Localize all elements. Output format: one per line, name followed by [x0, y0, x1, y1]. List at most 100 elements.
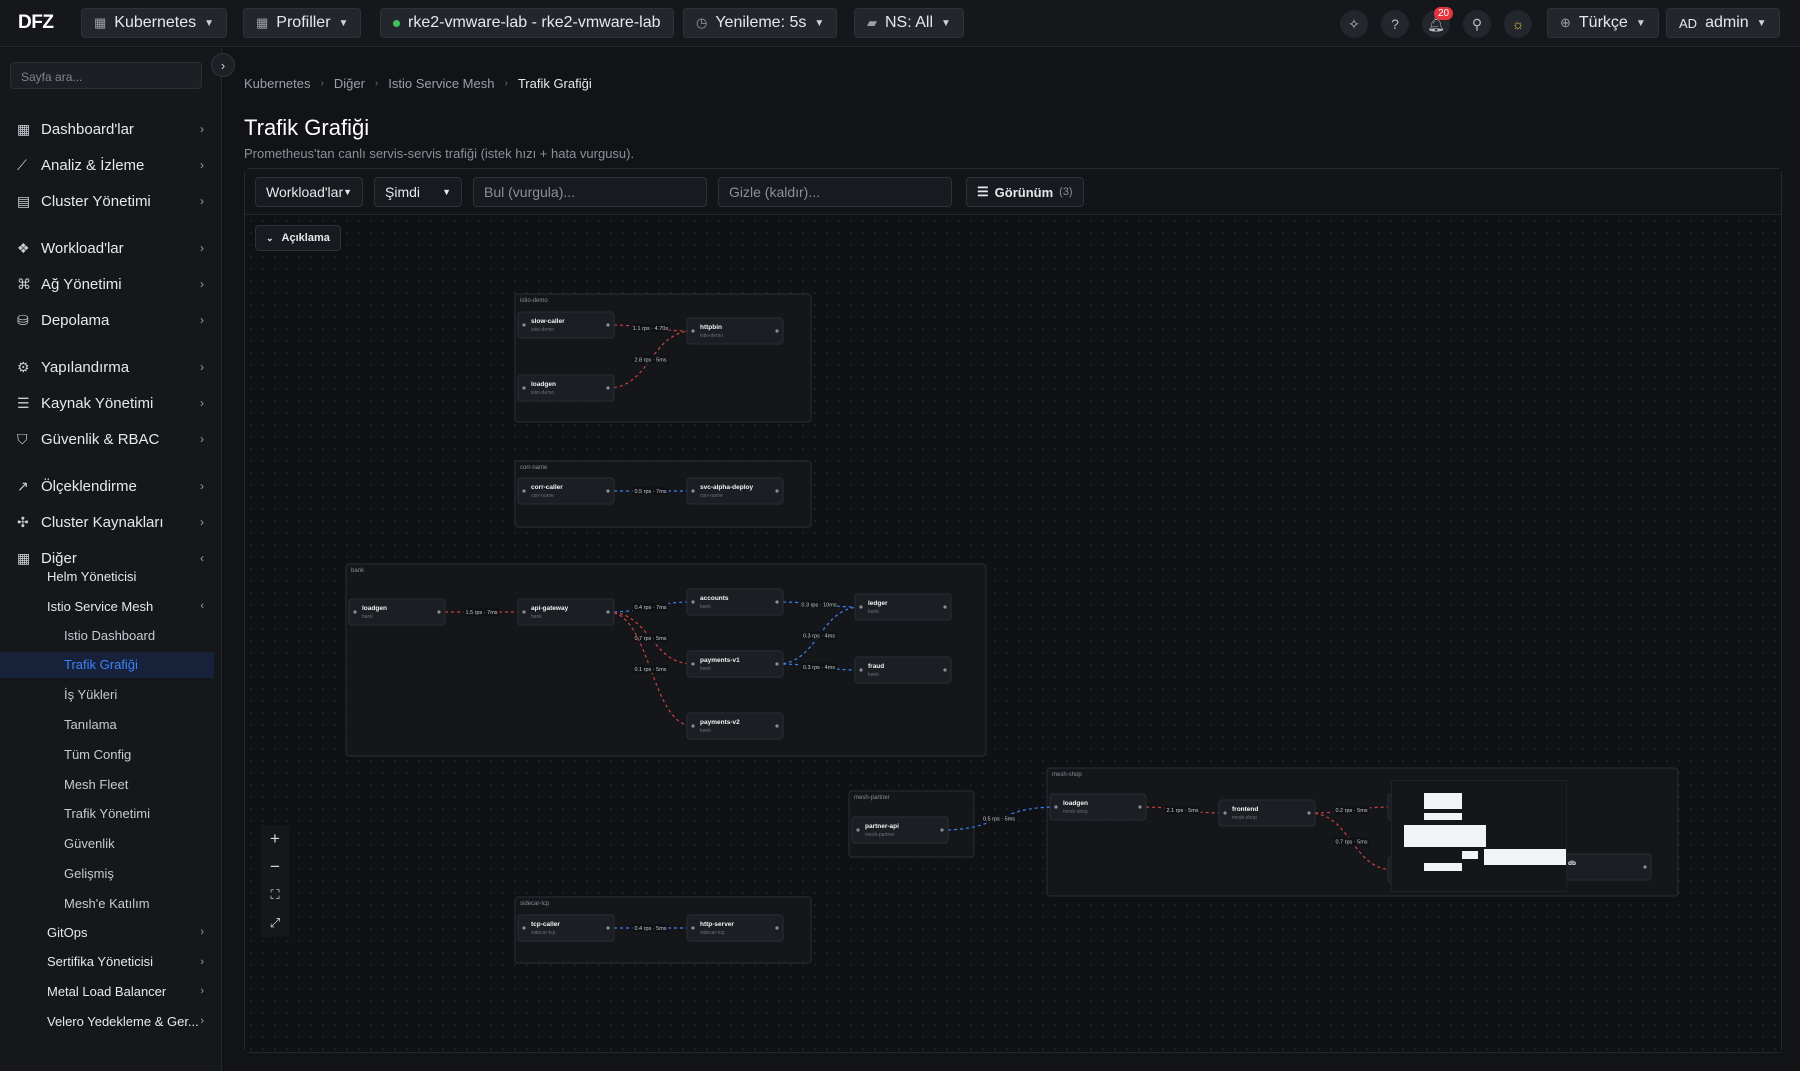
node-port-icon: [522, 489, 526, 493]
hide-input[interactable]: Gizle (kaldır)...: [718, 177, 952, 207]
sidebar-item-0[interactable]: ▦ Dashboard'lar ›: [0, 114, 214, 144]
breadcrumb-istio[interactable]: Istio Service Mesh: [388, 76, 494, 91]
language-selector[interactable]: ⊕ Türkçe ▼: [1547, 8, 1659, 38]
avatar: AD: [1679, 15, 1698, 31]
sidebar-more-item-2[interactable]: Metal Load Balancer ›: [0, 978, 214, 1004]
namespace-group-label: bank: [351, 568, 365, 574]
sidebar-more-item-1[interactable]: Sertifika Yöneticisi ›: [0, 949, 214, 975]
minimap[interactable]: [1391, 780, 1567, 892]
node-port-icon: [606, 610, 610, 614]
sidebar-item-2[interactable]: ▤ Cluster Yönetimi ›: [0, 186, 214, 216]
theme-toggle[interactable]: ☼: [1504, 10, 1532, 38]
istio-item-7[interactable]: Güvenlik: [0, 831, 214, 857]
workload-node-accounts[interactable]: [686, 588, 784, 616]
node-namespace: mesh-partner: [865, 832, 895, 838]
ai-assistant-button[interactable]: ✧: [1340, 10, 1368, 38]
sidebar-item-1[interactable]: ⟋ Analiz & İzleme ›: [0, 150, 214, 180]
workload-node-corr-caller[interactable]: [517, 477, 615, 505]
istio-item-4[interactable]: Tüm Config: [0, 741, 214, 767]
node-port-icon: [691, 662, 695, 666]
workload-node-http-server[interactable]: [686, 914, 784, 942]
chevron-down-icon: ▼: [338, 17, 349, 29]
chevron-down-icon: ▼: [343, 187, 353, 197]
sidebar-sub-item-0[interactable]: Helm Yöneticisi: [0, 563, 214, 589]
workload-node-frontend[interactable]: [1218, 799, 1316, 827]
trend-icon: ↗: [17, 477, 29, 494]
sidebar-item-8[interactable]: ⛉ Güvenlik & RBAC ›: [0, 424, 214, 454]
node-namespace: bank: [700, 604, 711, 610]
page-search-input[interactable]: Sayfa ara...: [10, 62, 202, 89]
find-input[interactable]: Bul (vurgula)...: [473, 177, 707, 207]
view-button[interactable]: ☰ Görünüm (3): [966, 177, 1084, 207]
sidebar-item-label: Cluster Kaynakları: [41, 513, 164, 531]
sidebar-item-10[interactable]: ✣ Cluster Kaynakları ›: [0, 507, 214, 537]
istio-item-5[interactable]: Mesh Fleet: [0, 771, 214, 797]
namespace-group-label: mesh-partner: [854, 795, 890, 801]
sun-icon: ☼: [1511, 16, 1525, 32]
mode-select[interactable]: Workload'lar ▼: [255, 177, 363, 207]
istio-item-3[interactable]: Tanılama: [0, 711, 214, 737]
node-port-icon: [691, 489, 695, 493]
workload-node-httpbin[interactable]: [686, 317, 784, 345]
workload-node-fraud[interactable]: [854, 656, 952, 684]
graph-canvas[interactable]: istio-demo corr-name bank mesh-partner mesh-…: [245, 215, 1781, 1052]
network-icon: ⌘: [17, 275, 31, 292]
sidebar-item-6[interactable]: ⚙ Yapılandırma ›: [0, 352, 214, 382]
workload-node-payments-v2[interactable]: [686, 712, 784, 740]
refresh-selector[interactable]: ◷ Yenileme: 5s ▼: [683, 8, 838, 38]
zoom-in-button[interactable]: +: [261, 825, 289, 853]
istio-item-2[interactable]: İş Yükleri: [0, 682, 214, 708]
fullscreen-button[interactable]: ⤢: [261, 909, 289, 937]
istio-item-9[interactable]: Mesh'e Katılım: [0, 890, 214, 916]
istio-item-8[interactable]: Gelişmiş: [0, 860, 214, 886]
node-port-icon: [856, 828, 860, 832]
sidebar-item-7[interactable]: ☰ Kaynak Yönetimi ›: [0, 388, 214, 418]
workload-node-slow-caller[interactable]: [517, 311, 615, 339]
node-port-icon: [437, 610, 441, 614]
profiles-menu[interactable]: ▦ Profiller ▼: [243, 8, 362, 38]
breadcrumb-kubernetes[interactable]: Kubernetes: [244, 76, 311, 91]
node-port-icon: [606, 926, 610, 930]
istio-item-0[interactable]: Istio Dashboard: [0, 622, 214, 648]
workload-node-ledger[interactable]: [854, 593, 952, 621]
sidebar-more-item-0[interactable]: GitOps ›: [0, 919, 214, 945]
sidebar-item-label: Ağ Yönetimi: [41, 275, 122, 293]
fit-view-button[interactable]: ⛶: [261, 881, 289, 909]
chevron-right-icon: ›: [200, 360, 204, 374]
istio-item-1[interactable]: Trafik Grafiği: [0, 651, 214, 678]
breadcrumb-other[interactable]: Diğer: [334, 76, 365, 91]
sidebar-item-5[interactable]: ⛁ Depolama ›: [0, 305, 214, 335]
minus-icon: −: [270, 857, 280, 876]
zoom-out-button[interactable]: −: [261, 853, 289, 881]
pin-button[interactable]: ⚲: [1463, 10, 1491, 38]
sidebar-more-item-3[interactable]: Velero Yedekleme & Ger... ›: [0, 1008, 214, 1034]
workload-node-loadgen[interactable]: [517, 374, 615, 402]
namespace-selector[interactable]: ▰ NS: All ▼: [854, 8, 964, 38]
workload-node-partner-api[interactable]: [851, 816, 949, 844]
legend-toggle[interactable]: ⌄ Açıklama: [255, 225, 341, 251]
workload-node-svc-alpha-deploy[interactable]: [686, 477, 784, 505]
workload-node-api-gateway[interactable]: [517, 598, 615, 626]
sidebar-item-4[interactable]: ⌘ Ağ Yönetimi ›: [0, 269, 214, 299]
notifications-button[interactable]: 🔔︎ 20: [1422, 7, 1454, 38]
sidebar-sub-item-1[interactable]: Istio Service Mesh ‹: [0, 593, 214, 619]
workload-node-payments-v1[interactable]: [686, 650, 784, 678]
istio-item-6[interactable]: Trafik Yönetimi: [0, 801, 214, 827]
workload-node-db[interactable]: [1554, 853, 1652, 881]
node-namespace: corr-name: [700, 493, 723, 499]
workload-node-loadgen[interactable]: [1049, 793, 1147, 821]
sidebar-item-label: Kaynak Yönetimi: [41, 394, 154, 412]
sparkle-icon: ✧: [1348, 15, 1360, 32]
help-button[interactable]: ?: [1381, 10, 1409, 38]
list-icon: ☰: [17, 394, 30, 411]
time-select[interactable]: Şimdi ▼: [374, 177, 462, 207]
sidebar-item-3[interactable]: ❖ Workload'lar ›: [0, 233, 214, 263]
cluster-selector[interactable]: rke2-vmware-lab - rke2-vmware-lab: [380, 8, 674, 38]
node-port-icon: [943, 605, 947, 609]
kubernetes-menu[interactable]: ▦ Kubernetes ▼: [81, 8, 228, 38]
sidebar-item-9[interactable]: ↗ Ölçeklendirme ›: [0, 471, 214, 501]
user-menu[interactable]: AD admin ▼: [1666, 8, 1780, 38]
workload-node-tcp-caller[interactable]: [517, 914, 615, 942]
node-name: ledger: [868, 600, 888, 607]
workload-node-loadgen[interactable]: [348, 598, 446, 626]
